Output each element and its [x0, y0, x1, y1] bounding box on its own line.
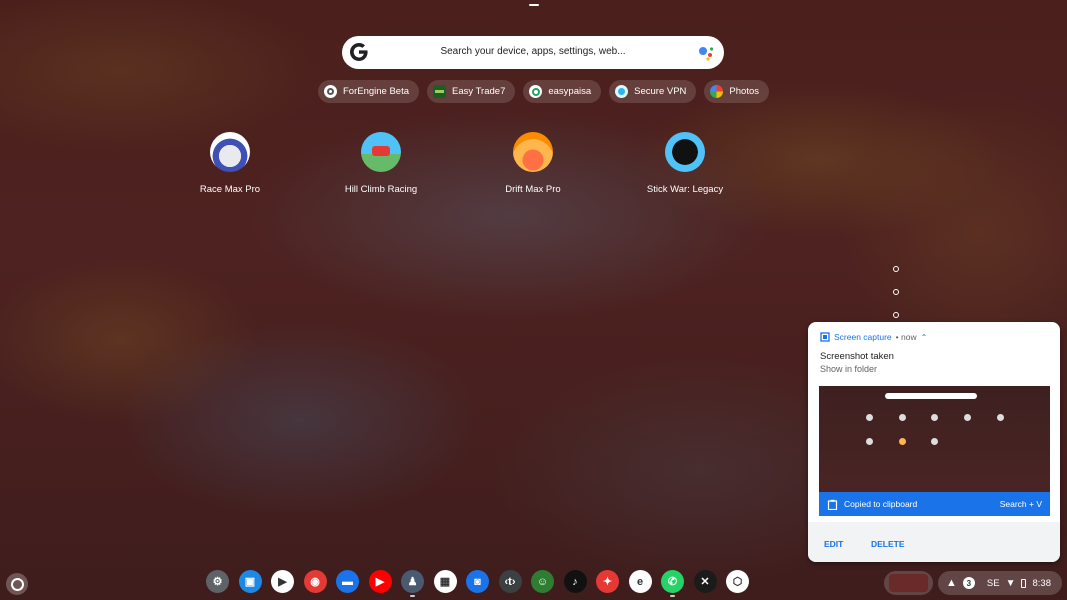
app-stick-war-legacy[interactable]: Stick War: Legacy: [625, 132, 745, 195]
clipboard-bar: Copied to clipboard Search + V: [819, 492, 1050, 516]
notification-time: • now: [895, 332, 917, 342]
notification-subtitle[interactable]: Show in folder: [820, 364, 877, 374]
chip-photos[interactable]: Photos: [704, 80, 769, 103]
app-race-max-pro[interactable]: Race Max Pro: [170, 132, 290, 195]
page-dot[interactable]: [893, 312, 899, 318]
status-area[interactable]: ▲ 3 SE ▼ 8:38: [938, 571, 1062, 595]
drift-max-pro-icon: [513, 132, 553, 172]
chevron-up-icon[interactable]: ⌃: [921, 333, 928, 342]
notification-app-name: Screen capture: [834, 332, 892, 342]
chip-label: Easy Trade7: [452, 86, 506, 97]
app-hill-climb-racing[interactable]: Hill Climb Racing: [321, 132, 441, 195]
vpn-icon: [615, 85, 629, 98]
notification-actions: EDIT DELETE: [808, 522, 1060, 562]
app-label: Race Max Pro: [199, 184, 261, 195]
app-label: Stick War: Legacy: [646, 184, 724, 195]
stick-war-shelf-icon[interactable]: ✕: [693, 570, 717, 593]
chip-label: ForEngine Beta: [343, 86, 410, 97]
app-label: Drift Max Pro: [505, 184, 561, 195]
suggestion-chips: ForEngine Beta Easy Trade7 easypaisa Sec…: [318, 80, 769, 103]
thumbnail-app: [997, 414, 1004, 421]
shelf: ⚙ ▣ ▶ ◉ ▬ ▶ ♟ ▦ ◙ ‹t› ☺ ♪ ✦ e ✆ ✕ ⬡: [206, 570, 749, 597]
chip-easypaisa[interactable]: easypaisa: [523, 80, 602, 103]
camera-app-icon[interactable]: ▣: [238, 570, 262, 593]
chip-easy-trade7[interactable]: Easy Trade7: [427, 80, 516, 103]
emoji-icon[interactable]: ☺: [531, 570, 554, 593]
whatsapp-icon[interactable]: ✆: [661, 570, 684, 597]
easypaisa-shelf-icon[interactable]: e: [628, 570, 652, 593]
game-icon-2[interactable]: ✦: [596, 570, 619, 593]
notification-header: Screen capture • now ⌃: [820, 332, 927, 342]
holding-space-tray[interactable]: [884, 571, 933, 595]
tiktok-icon[interactable]: ♪: [563, 570, 587, 593]
chip-secure-vpn[interactable]: Secure VPN: [609, 80, 697, 103]
chip-label: Secure VPN: [634, 86, 687, 97]
delete-button[interactable]: DELETE: [871, 539, 905, 549]
forengine-icon: [324, 85, 337, 98]
search-placeholder: Search your device, apps, settings, web.…: [440, 46, 626, 57]
hill-climb-racing-icon: [361, 132, 401, 172]
page-dot[interactable]: [893, 289, 899, 295]
screenshot-thumbnail[interactable]: [819, 386, 1050, 492]
launcher-search-box[interactable]: Search your device, apps, settings, web.…: [342, 36, 724, 69]
paste-shortcut: Search + V: [999, 499, 1042, 509]
app-icon[interactable]: ▦: [433, 570, 457, 593]
race-max-pro-icon: [210, 132, 250, 172]
thumbnail-app: [866, 438, 873, 445]
thumbnail-app: [899, 414, 906, 421]
terminal-icon[interactable]: ‹t›: [498, 570, 522, 593]
game-icon[interactable]: ♟: [401, 570, 424, 597]
stick-war-legacy-icon: [665, 132, 705, 172]
thumbnail-app: [931, 438, 938, 445]
holding-space-preview: [889, 574, 928, 592]
page-dot[interactable]: [893, 266, 899, 272]
thumbnail-app: [866, 414, 873, 421]
app-label: Hill Climb Racing: [344, 184, 418, 195]
clipboard-text: Copied to clipboard: [844, 499, 918, 509]
top-handle[interactable]: [529, 4, 539, 6]
clock[interactable]: 8:38: [1032, 578, 1051, 589]
box-icon[interactable]: ⬡: [726, 570, 749, 593]
chip-forengine-beta[interactable]: ForEngine Beta: [318, 80, 420, 103]
chip-label: easypaisa: [548, 86, 592, 97]
notification-title: Screenshot taken: [820, 351, 894, 362]
chip-label: Photos: [729, 86, 759, 97]
chrome-icon[interactable]: ◉: [303, 570, 327, 593]
clipboard-icon: [827, 499, 838, 510]
thumbnail-app: [899, 438, 906, 445]
screen-capture-icon: [820, 332, 830, 342]
edit-button[interactable]: EDIT: [824, 539, 843, 549]
launcher-button[interactable]: [6, 573, 28, 595]
screenshot-icon[interactable]: ◙: [466, 570, 489, 593]
ime-indicator[interactable]: SE: [987, 578, 1000, 589]
assistant-icon[interactable]: [698, 45, 714, 61]
youtube-icon[interactable]: ▶: [368, 570, 392, 593]
easytrade-icon: [433, 85, 447, 98]
screenshot-notification[interactable]: Screen capture • now ⌃ Screenshot taken …: [808, 322, 1060, 562]
settings-icon[interactable]: ⚙: [206, 570, 229, 593]
thumbnail-search-bar: [885, 393, 977, 399]
thumbnail-app: [931, 414, 938, 421]
warning-icon[interactable]: ▲: [946, 577, 957, 589]
thumbnail-app: [964, 414, 971, 421]
files-icon[interactable]: ▬: [336, 570, 359, 593]
notification-count-badge[interactable]: 3: [962, 577, 975, 589]
app-drift-max-pro[interactable]: Drift Max Pro: [473, 132, 593, 195]
play-store-icon[interactable]: ▶: [271, 570, 294, 593]
battery-icon: [1021, 578, 1027, 588]
photos-icon: [710, 85, 724, 98]
easypaisa-icon: [529, 85, 543, 98]
wifi-icon: ▼: [1005, 577, 1016, 589]
